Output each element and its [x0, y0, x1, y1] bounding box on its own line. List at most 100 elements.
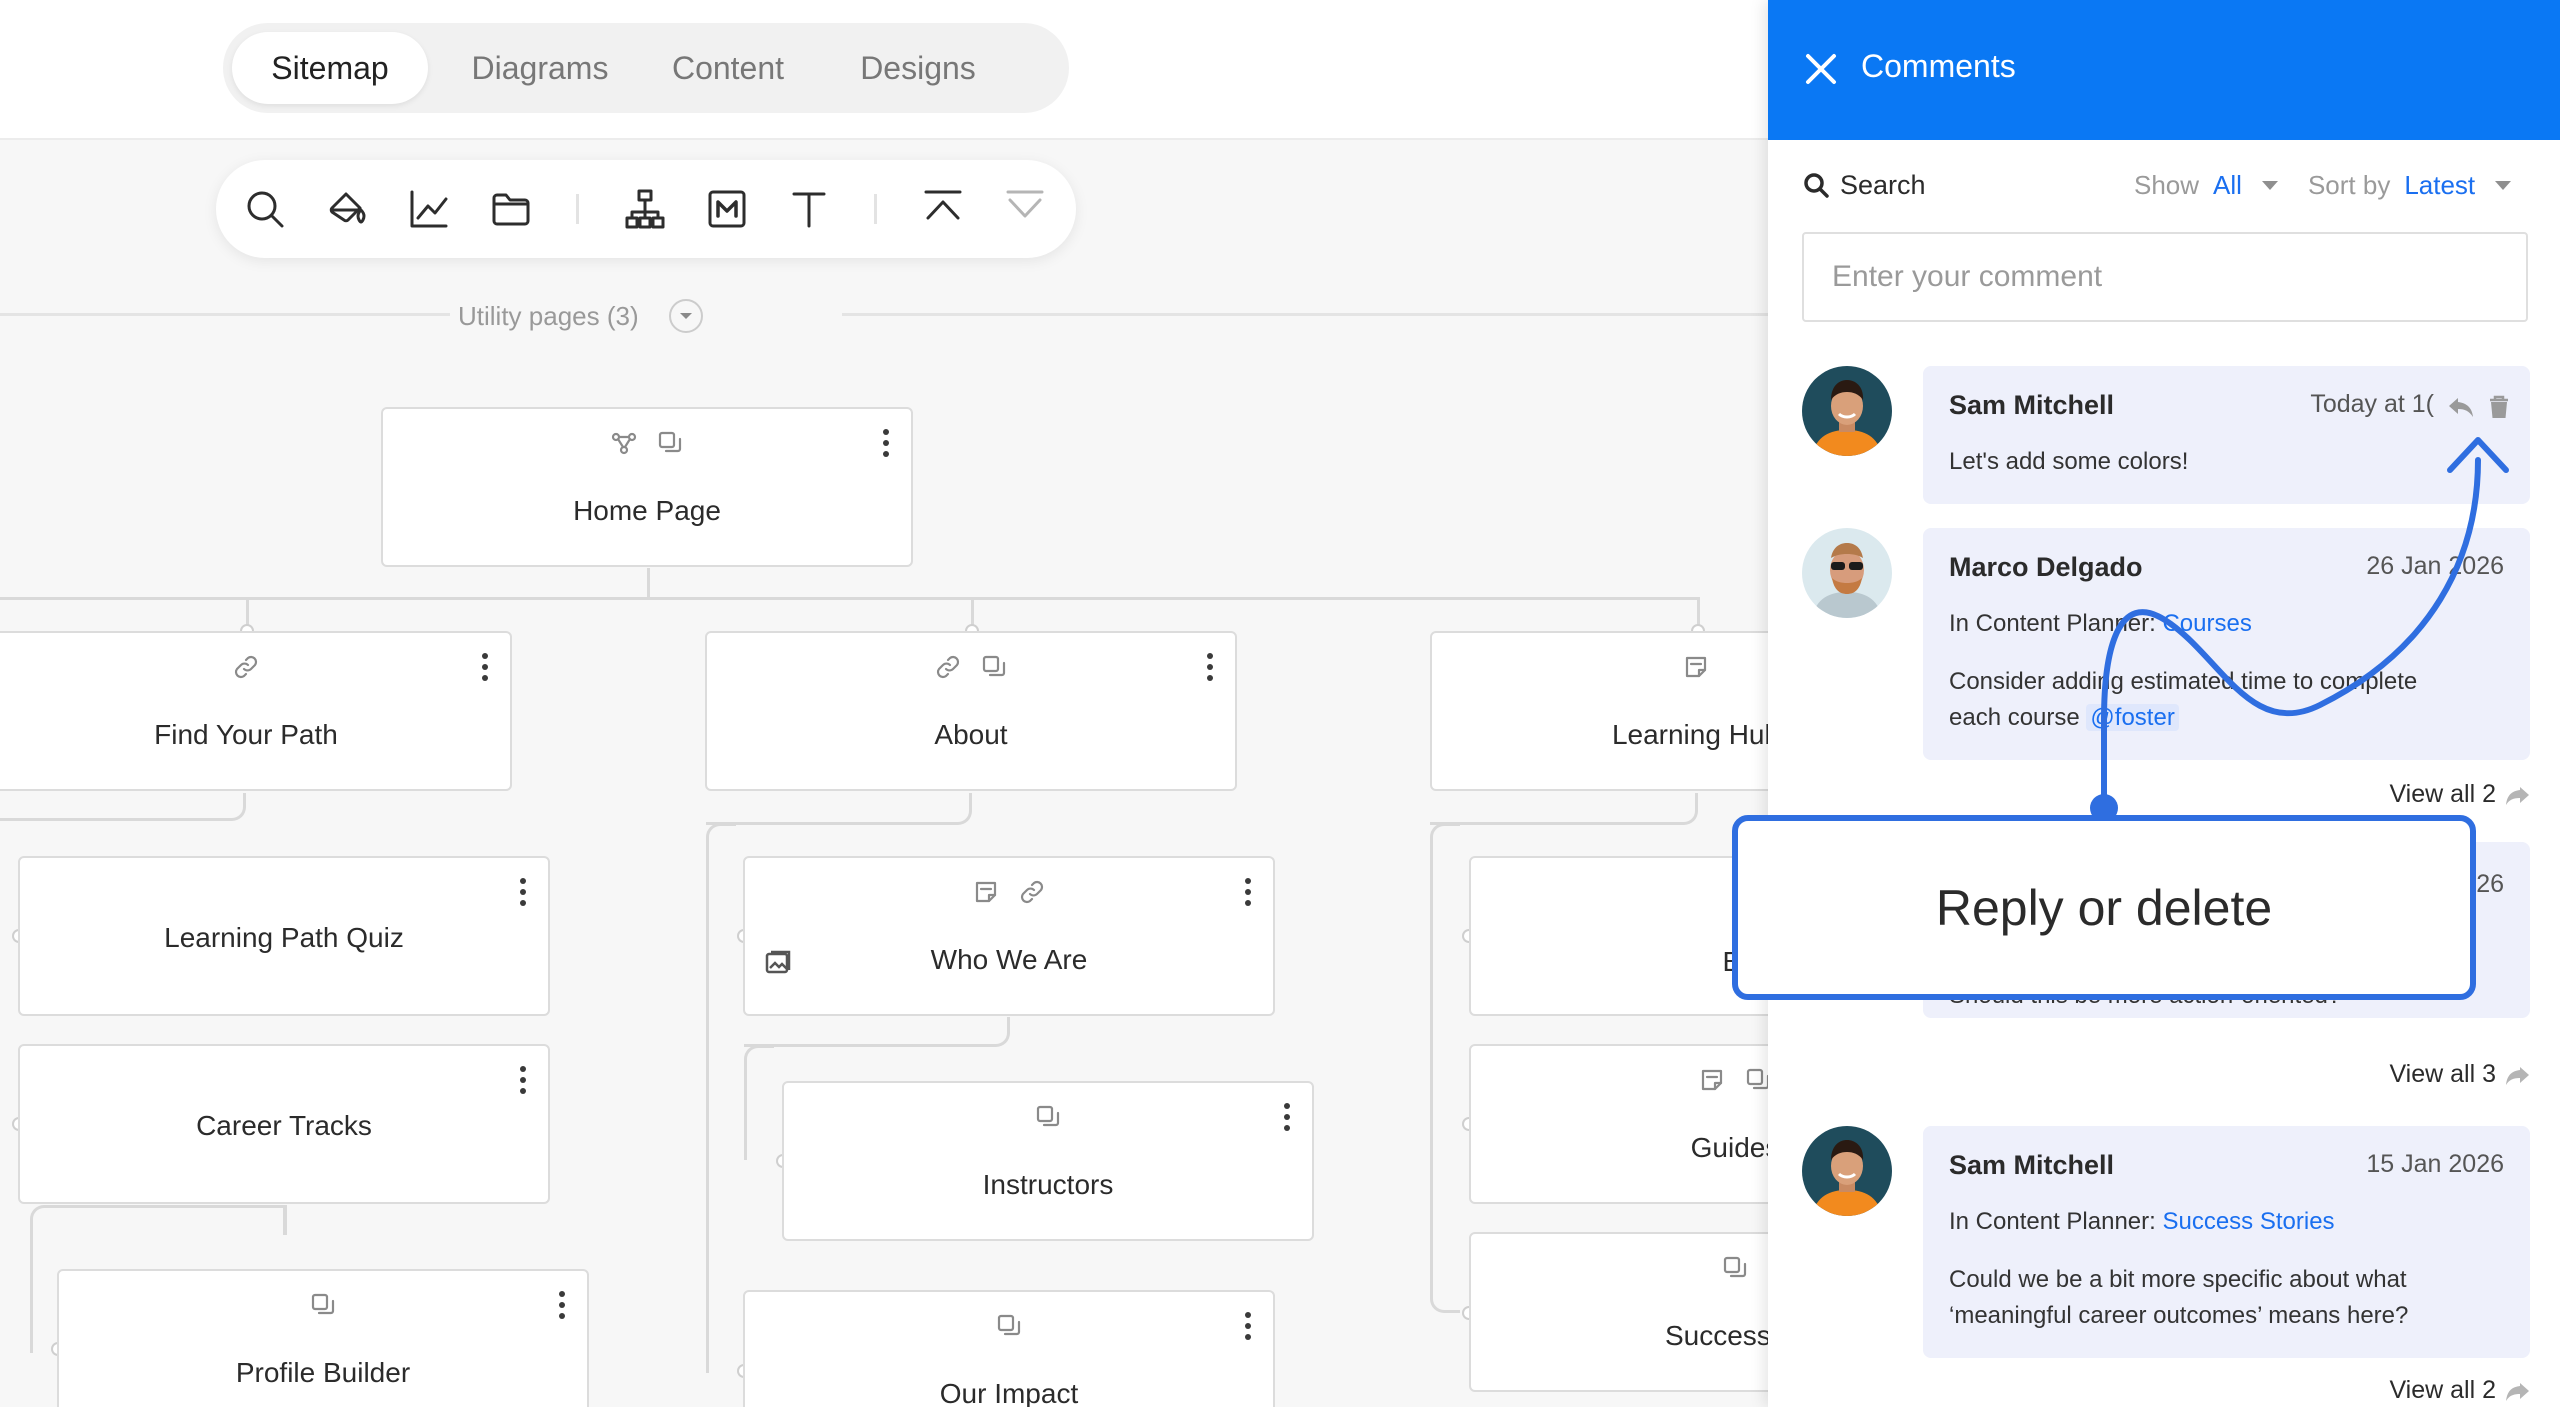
node-icons: [0, 653, 510, 681]
node-home-page[interactable]: Home Page: [381, 407, 913, 567]
node-profile-builder[interactable]: Profile Builder: [57, 1269, 589, 1407]
pages-icon: [1723, 1256, 1747, 1278]
view-all-replies-button[interactable]: View all 2: [2389, 780, 2530, 809]
node-icons: [59, 1291, 587, 1319]
toolbar-divider: [576, 194, 579, 224]
node-label: Find Your Path: [154, 719, 338, 750]
comment-text: ‘meaningful career outcomes’ means here?: [1949, 1302, 2409, 1329]
connector: [706, 823, 736, 1373]
tab-sitemap[interactable]: Sitemap: [232, 32, 428, 104]
forward-arrow-icon: [2506, 786, 2529, 805]
more-menu-icon[interactable]: [1243, 878, 1253, 910]
comments-search[interactable]: Search: [1802, 165, 1926, 205]
node-find-your-path[interactable]: Find Your Path: [0, 631, 512, 791]
sitemap-icon[interactable]: [622, 186, 668, 232]
node-instructors[interactable]: Instructors: [782, 1081, 1314, 1241]
more-menu-icon[interactable]: [518, 1066, 528, 1098]
comment-input[interactable]: Enter your comment: [1802, 232, 2528, 322]
view-tabs: Sitemap Diagrams Content Designs: [223, 23, 1069, 113]
view-all-label: View all 3: [2389, 1060, 2496, 1088]
connector: [1430, 823, 1460, 1313]
more-menu-icon[interactable]: [1243, 1312, 1253, 1344]
more-menu-icon[interactable]: [881, 429, 891, 461]
node-about[interactable]: About: [705, 631, 1237, 791]
more-menu-icon[interactable]: [480, 653, 490, 685]
comments-panel: Comments Search Show All Sort by Latest …: [1768, 0, 2560, 1407]
context-link[interactable]: Courses: [2162, 610, 2251, 637]
avatar: [1802, 1126, 1892, 1216]
tab-designs[interactable]: Designs: [823, 32, 1013, 104]
tab-diagrams[interactable]: Diagrams: [445, 32, 635, 104]
more-menu-icon[interactable]: [1205, 653, 1215, 685]
paint-bucket-icon[interactable]: [324, 186, 370, 232]
context-link[interactable]: Success Stories: [2162, 1208, 2334, 1235]
user-mention[interactable]: @foster: [2086, 704, 2179, 731]
more-menu-icon[interactable]: [557, 1291, 567, 1323]
view-all-label: View all 2: [2389, 1376, 2496, 1404]
comment-text: Let's add some colors!: [1949, 448, 2189, 475]
comment-text: Consider adding estimated time to comple…: [1949, 668, 2418, 695]
node-who-we-are[interactable]: Who We Are: [743, 856, 1275, 1016]
node-label: Profile Builder: [235, 1357, 411, 1388]
node-icons: [784, 1103, 1312, 1131]
more-menu-icon[interactable]: [1282, 1103, 1292, 1135]
more-menu-icon[interactable]: [518, 878, 528, 910]
node-career-tracks[interactable]: Career Tracks: [18, 1044, 550, 1204]
node-icons: [745, 1312, 1273, 1340]
connector: [0, 597, 1700, 600]
view-all-replies-button[interactable]: View all 2: [2389, 1376, 2530, 1405]
flow-icon: [611, 432, 637, 455]
pages-icon: [311, 1293, 335, 1315]
chevron-down-icon[interactable]: [668, 299, 703, 333]
show-label: Show: [2134, 169, 2200, 200]
comment-card[interactable]: Marco Delgado 26 Jan 2026 In Content Pla…: [1923, 528, 2530, 760]
node-learning-path-quiz[interactable]: Learning Path Quiz: [18, 856, 550, 1016]
connector: [1430, 793, 1698, 825]
context-prefix: In Content Planner:: [1949, 610, 2163, 637]
top-bar: Sitemap Diagrams Content Designs: [0, 0, 1768, 140]
comment-context: In Content Planner: Courses: [1949, 606, 2252, 642]
comment-card[interactable]: Sam Mitchell 15 Jan 2026 In Content Plan…: [1923, 1126, 2530, 1358]
comment-filters: Show All Sort by Latest: [2134, 165, 2527, 205]
comment-card[interactable]: Sam Mitchell Today at 1( Let's add some …: [1923, 366, 2530, 504]
link-icon: [936, 655, 960, 679]
context-prefix: In Content Planner:: [1949, 1208, 2163, 1235]
node-icons: [707, 653, 1235, 681]
connector: [30, 1233, 33, 1353]
chevron-down-icon[interactable]: [2495, 180, 2512, 190]
markdown-icon[interactable]: [704, 186, 750, 232]
utility-divider-right: [842, 313, 1768, 316]
panel-title: Comments: [1861, 48, 2016, 84]
sort-label: Sort by: [2307, 169, 2391, 200]
search-icon[interactable]: [242, 186, 288, 232]
tab-content[interactable]: Content: [643, 32, 813, 104]
trash-icon[interactable]: [2484, 392, 2514, 422]
connector: [744, 1017, 1010, 1047]
node-label: About: [934, 719, 1008, 750]
chevron-down-icon[interactable]: [2261, 180, 2278, 190]
avatar: [1802, 366, 1892, 456]
collapse-up-icon[interactable]: [920, 186, 966, 232]
comment-author: Sam Mitchell: [1949, 1150, 2115, 1180]
folder-icon[interactable]: [488, 186, 534, 232]
utility-pages-toggle[interactable]: Utility pages (3): [450, 296, 703, 336]
view-all-replies-button[interactable]: View all 3: [2389, 1060, 2530, 1089]
line-chart-icon[interactable]: [406, 186, 452, 232]
search-label: Search: [1840, 169, 1926, 200]
node-label: Who We Are: [930, 944, 1088, 975]
close-icon[interactable]: [1802, 50, 1840, 88]
comment-text-line2: each course @foster: [1949, 700, 2179, 736]
collapse-down-icon[interactable]: [1002, 186, 1048, 232]
comment-text: Could we be a bit more specific about wh…: [1949, 1266, 2407, 1293]
node-our-impact[interactable]: Our Impact: [743, 1290, 1275, 1407]
node-label: Home Page: [573, 495, 721, 526]
pages-icon: [658, 431, 682, 453]
sitemap-toolbar: [216, 160, 1076, 258]
link-icon: [1020, 880, 1044, 904]
sort-select[interactable]: Latest: [2404, 170, 2475, 201]
comment-author: Marco Delgado: [1949, 552, 2143, 582]
utility-divider-left: [0, 313, 450, 316]
text-icon[interactable]: [786, 186, 832, 232]
reply-icon[interactable]: [2446, 392, 2476, 422]
show-filter-select[interactable]: All: [2213, 170, 2242, 201]
